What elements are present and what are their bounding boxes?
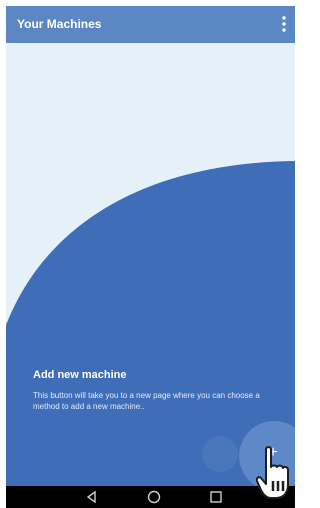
back-triangle-icon[interactable] (84, 489, 100, 505)
overflow-menu-icon[interactable] (277, 14, 291, 34)
system-nav-bar (6, 486, 295, 508)
screen: Your Machines Add new machine This butto… (6, 6, 295, 508)
page-title: Your Machines (17, 17, 102, 31)
tour-heading: Add new machine (33, 369, 127, 381)
app-bar: Your Machines (6, 6, 295, 43)
tap-hand-icon (256, 446, 289, 499)
tour-overlay: Add new machine This button will take yo… (6, 43, 295, 491)
home-circle-icon[interactable] (146, 489, 162, 505)
recents-square-icon[interactable] (208, 489, 224, 505)
fab-shadow (202, 436, 238, 472)
tour-description: This button will take you to a new page … (33, 391, 260, 411)
overlay-shape (6, 161, 295, 486)
